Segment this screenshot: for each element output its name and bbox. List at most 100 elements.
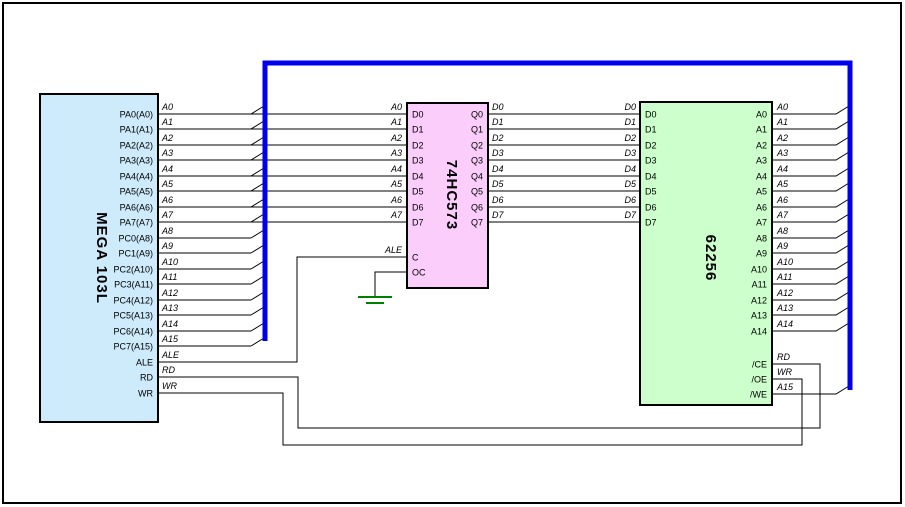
pin-sram62256-A2: A2	[756, 141, 767, 151]
net-label-latch-in-A1: A1	[390, 117, 402, 127]
pin-latch74hc573-D1: D1	[412, 125, 424, 135]
pin-latch74hc573-C: C	[412, 253, 419, 263]
net-label-mega-WR: WR	[162, 381, 177, 391]
chip-label-mega103l: MEGA 103L	[93, 212, 110, 304]
pin-mega103l-PA1(A1): PA1(A1)	[120, 125, 153, 135]
pin-mega103l-PC5(A13): PC5(A13)	[113, 311, 153, 321]
net-label-ram-in-D1: D1	[624, 117, 636, 127]
pin-mega103l-PA0(A0): PA0(A0)	[120, 110, 153, 120]
pin-sram62256-A0: A0	[756, 110, 767, 120]
pin-mega103l-PA3(A3): PA3(A3)	[120, 156, 153, 166]
pin-mega103l-PC3(A11): PC3(A11)	[114, 280, 153, 290]
pin-mega103l-PC2(A10): PC2(A10)	[113, 265, 153, 275]
net-label-latch-in-ALE: ALE	[384, 245, 403, 255]
net-label-mega-A2: A2	[161, 133, 173, 143]
net-label-latch-in-A7: A7	[390, 210, 403, 220]
pin-latch74hc573-Q2: Q2	[471, 141, 483, 151]
pin-mega103l-WR: WR	[138, 389, 153, 399]
pin-mega103l-ALE: ALE	[136, 358, 153, 368]
pin-latch74hc573-Q3: Q3	[471, 156, 483, 166]
pin-sram62256-D6: D6	[645, 203, 657, 213]
net-label-ram-addr-A9: A9	[776, 241, 788, 251]
net-label-latch-out-D1: D1	[492, 117, 504, 127]
pin-sram62256-A5: A5	[756, 187, 767, 197]
net-label-ram-in-D3: D3	[624, 148, 636, 158]
net-label-ram-addr-A7: A7	[776, 210, 789, 220]
pin-sram62256-A13: A13	[751, 311, 767, 321]
pin-mega103l-PC4(A12): PC4(A12)	[113, 296, 153, 306]
net-label-mega-A1: A1	[161, 117, 173, 127]
net-label-ram-addr-A12: A12	[776, 288, 793, 298]
net-label-latch-out-D5: D5	[492, 179, 504, 189]
pin-latch74hc573-D7: D7	[412, 218, 424, 228]
pin-mega103l-PC1(A9): PC1(A9)	[118, 249, 153, 259]
pin-latch74hc573-D3: D3	[412, 156, 424, 166]
net-label-ram-addr-A0: A0	[776, 102, 788, 112]
net-label-mega-A4: A4	[161, 164, 173, 174]
net-label-ram-addr-A1: A1	[776, 117, 788, 127]
pin-mega103l-RD: RD	[140, 373, 153, 383]
pin-sram62256-D2: D2	[645, 141, 657, 151]
pin-latch74hc573-Q0: Q0	[471, 110, 483, 120]
pin-sram62256-A7: A7	[756, 218, 767, 228]
net-label-ram-addr-A4: A4	[776, 164, 788, 174]
pin-mega103l-PC6(A14): PC6(A14)	[113, 327, 153, 337]
net-label-ram-addr-RD: RD	[777, 352, 790, 362]
pin-latch74hc573-D0: D0	[412, 110, 424, 120]
pin-sram62256-A6: A6	[756, 203, 767, 213]
net-label-mega-A5: A5	[161, 179, 174, 189]
net-label-ram-in-D0: D0	[624, 102, 636, 112]
net-label-ram-addr-A10: A10	[776, 257, 793, 267]
net-label-mega-ALE: ALE	[161, 350, 180, 360]
net-label-mega-A0: A0	[161, 102, 173, 112]
net-label-latch-out-D3: D3	[492, 148, 504, 158]
net-label-ram-addr-A8: A8	[776, 226, 788, 236]
net-label-mega-A14: A14	[161, 319, 178, 329]
chip-label-latch74hc573: 74HC573	[443, 160, 460, 230]
net-label-latch-out-D4: D4	[492, 164, 504, 174]
pin-sram62256-A9: A9	[756, 249, 767, 259]
pin-latch74hc573-Q6: Q6	[471, 203, 483, 213]
net-label-ram-in-D6: D6	[624, 195, 636, 205]
pin-sram62256-A10: A10	[751, 265, 767, 275]
net-label-ram-in-D7: D7	[624, 210, 636, 220]
pin-sram62256-D0: D0	[645, 110, 657, 120]
schematic-svg: MEGA 103LPA0(A0)PA1(A1)PA2(A2)PA3(A3)PA4…	[0, 0, 905, 507]
pin-latch74hc573-D5: D5	[412, 187, 424, 197]
net-label-latch-in-A5: A5	[390, 179, 403, 189]
pin-sram62256-nWE: /WE	[750, 390, 767, 400]
net-label-ram-in-D4: D4	[624, 164, 636, 174]
pin-latch74hc573-OC: OC	[412, 268, 426, 278]
pin-latch74hc573-D6: D6	[412, 203, 424, 213]
pin-sram62256-nCE: /CE	[752, 360, 767, 370]
chip-label-sram62256: 62256	[702, 235, 719, 282]
pin-latch74hc573-Q7: Q7	[471, 218, 483, 228]
pin-sram62256-A14: A14	[751, 327, 767, 337]
net-label-latch-in-A4: A4	[390, 164, 402, 174]
pin-latch74hc573-D2: D2	[412, 141, 424, 151]
pin-mega103l-PC7(A15): PC7(A15)	[113, 342, 153, 352]
net-label-latch-out-D6: D6	[492, 195, 504, 205]
pin-sram62256-D4: D4	[645, 172, 657, 182]
schematic-canvas: MEGA 103LPA0(A0)PA1(A1)PA2(A2)PA3(A3)PA4…	[0, 0, 905, 507]
net-label-ram-addr-A11: A11	[776, 272, 792, 282]
pin-sram62256-D3: D3	[645, 156, 657, 166]
pin-sram62256-A3: A3	[756, 156, 767, 166]
net-label-ram-addr-A2: A2	[776, 133, 788, 143]
net-label-mega-A13: A13	[161, 303, 178, 313]
pin-sram62256-A8: A8	[756, 234, 767, 244]
net-label-ram-in-D5: D5	[624, 179, 636, 189]
net-label-mega-A10: A10	[161, 257, 178, 267]
net-label-ram-addr-A3: A3	[776, 148, 788, 158]
net-label-latch-in-A6: A6	[390, 195, 402, 205]
pin-sram62256-A4: A4	[756, 172, 767, 182]
net-label-mega-A7: A7	[161, 210, 174, 220]
pin-sram62256-A12: A12	[751, 296, 767, 306]
net-label-mega-A11: A11	[161, 272, 177, 282]
pin-latch74hc573-Q4: Q4	[471, 172, 483, 182]
net-label-ram-addr-A5: A5	[776, 179, 789, 189]
pin-mega103l-PA7(A7): PA7(A7)	[120, 218, 153, 228]
pin-sram62256-D7: D7	[645, 218, 657, 228]
net-label-mega-A15: A15	[161, 334, 179, 344]
pin-mega103l-PA2(A2): PA2(A2)	[120, 141, 153, 151]
